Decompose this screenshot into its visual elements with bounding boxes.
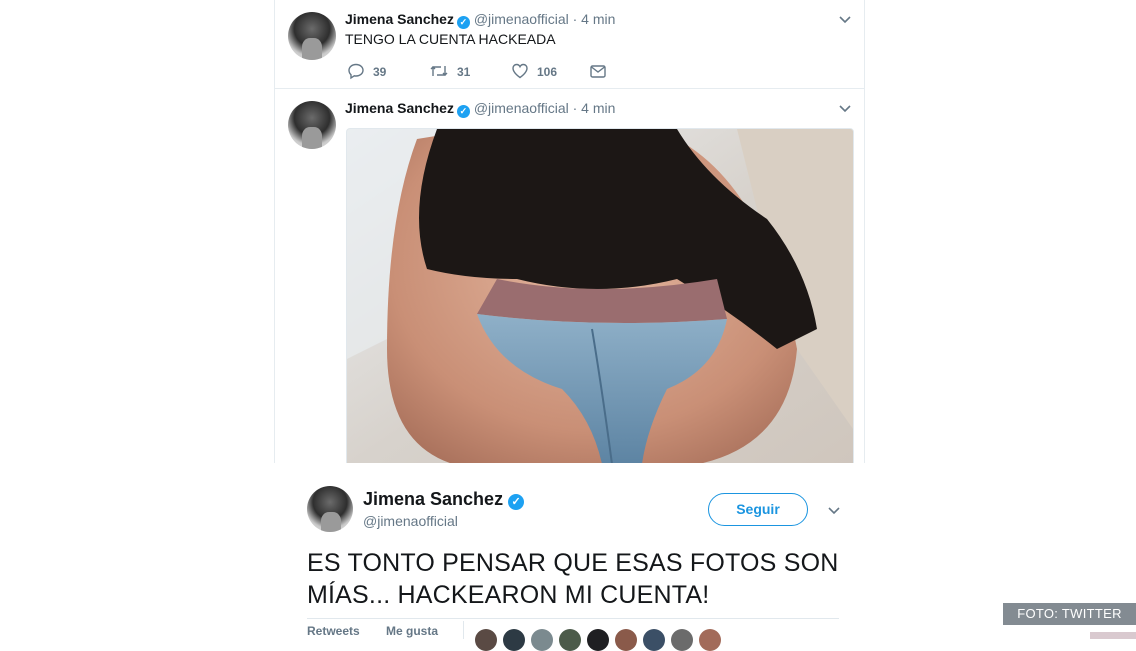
timestamp[interactable]: 4 min: [581, 11, 615, 27]
photo-credit: FOTO: TWITTER: [1003, 603, 1136, 625]
avatar[interactable]: [615, 629, 637, 651]
verified-icon: ✓: [508, 494, 525, 510]
dm-icon: [589, 65, 615, 79]
avatar[interactable]: [475, 629, 497, 651]
likes-label[interactable]: Me gusta: [386, 624, 438, 638]
like-button[interactable]: 106: [511, 62, 557, 80]
divider: [463, 621, 464, 639]
embedded-tweet-card[interactable]: Jimena Sanchez ✓ @jimenaofficial Seguir E…: [275, 463, 865, 651]
user-handle[interactable]: @jimenaofficial: [474, 11, 569, 27]
user-name[interactable]: Jimena Sanchez: [345, 11, 454, 27]
tweet-text: ES TONTO PENSAR QUE ESAS FOTOS SON MÍAS.…: [307, 549, 839, 609]
verified-icon: ✓: [456, 16, 470, 29]
tweet-photo[interactable]: [346, 128, 854, 463]
chevron-down-icon[interactable]: [827, 503, 841, 522]
follow-button[interactable]: Seguir: [708, 493, 808, 526]
reply-count: 39: [373, 65, 387, 79]
avatar[interactable]: [307, 486, 353, 532]
photo-image: [347, 129, 853, 463]
tweet[interactable]: Jimena Sanchez ✓ @jimenaofficial · 4 min …: [275, 0, 864, 89]
tweet-header: Jimena Sanchez ✓ @jimenaofficial · 4 min: [345, 100, 615, 118]
avatar[interactable]: [643, 629, 665, 651]
like-count: 106: [537, 65, 558, 79]
avatar[interactable]: [288, 12, 336, 60]
retweet-icon: [429, 65, 457, 79]
avatar[interactable]: [531, 629, 553, 651]
user-handle[interactable]: @jimenaofficial: [363, 513, 458, 529]
avatar[interactable]: [559, 629, 581, 651]
timestamp[interactable]: 4 min: [581, 100, 615, 116]
user-name[interactable]: Jimena Sanchez: [363, 489, 503, 509]
chevron-down-icon[interactable]: [838, 12, 852, 26]
tweet-text: TENGO LA CUENTA HACKEADA: [345, 31, 556, 47]
retweets-label[interactable]: Retweets: [307, 624, 360, 638]
avatar[interactable]: [288, 101, 336, 149]
dm-button[interactable]: [589, 62, 615, 80]
divider: [307, 618, 839, 619]
separator: ·: [572, 11, 578, 27]
retweet-button[interactable]: 31: [429, 62, 470, 80]
reply-button[interactable]: 39: [347, 62, 386, 80]
like-icon: [511, 63, 537, 79]
chevron-down-icon[interactable]: [838, 101, 852, 115]
user-name[interactable]: Jimena Sanchez: [345, 100, 454, 116]
embed-user-name[interactable]: Jimena Sanchez ✓: [363, 489, 525, 510]
timeline-column: Jimena Sanchez ✓ @jimenaofficial · 4 min …: [274, 0, 865, 463]
credit-accent-bar: [1090, 632, 1136, 639]
user-handle[interactable]: @jimenaofficial: [474, 100, 569, 116]
avatar[interactable]: [587, 629, 609, 651]
separator: ·: [572, 100, 578, 116]
tweet-header: Jimena Sanchez ✓ @jimenaofficial · 4 min: [345, 11, 615, 29]
reply-icon: [347, 63, 373, 80]
retweet-count: 31: [457, 65, 471, 79]
tweet[interactable]: Jimena Sanchez ✓ @jimenaofficial · 4 min: [275, 89, 864, 463]
avatar[interactable]: [699, 629, 721, 651]
avatar[interactable]: [671, 629, 693, 651]
avatar[interactable]: [503, 629, 525, 651]
verified-icon: ✓: [456, 105, 470, 118]
